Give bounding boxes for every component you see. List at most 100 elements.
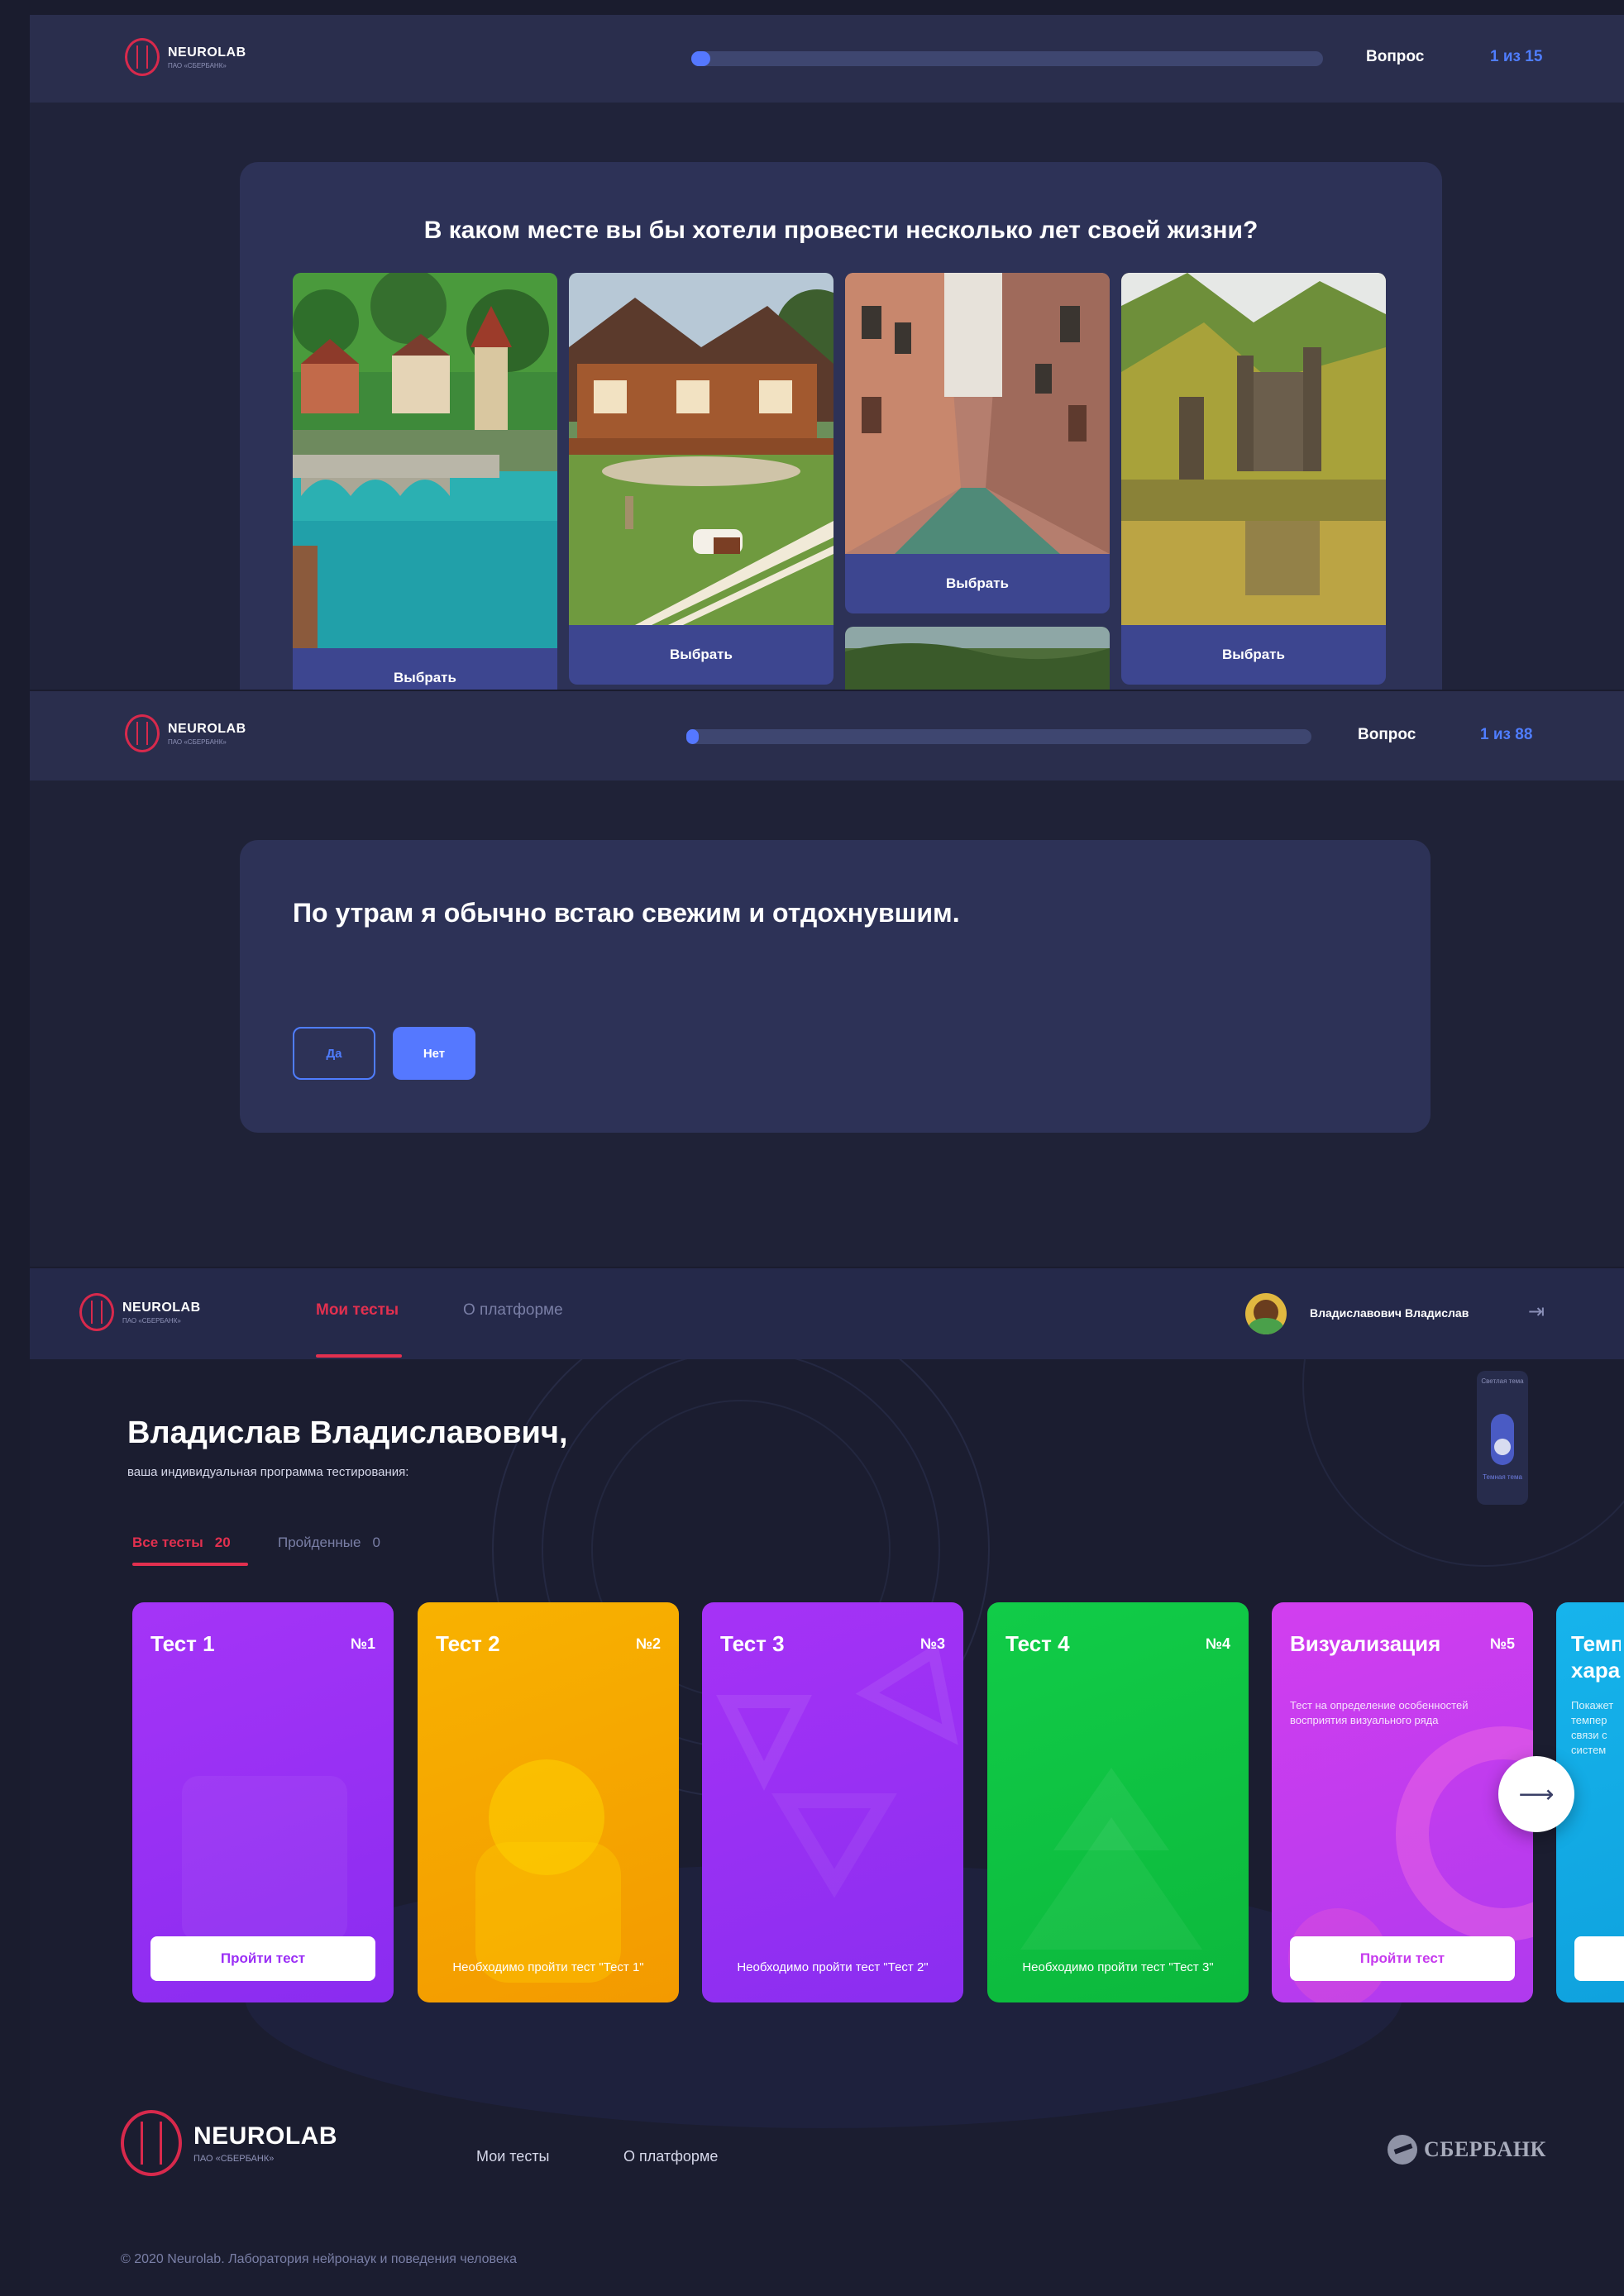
ranch-house-image xyxy=(569,273,833,625)
logo-sub: ПАО «СБЕРБАНК» xyxy=(122,1316,181,1325)
progress-fill xyxy=(686,729,700,744)
tab-label: Пройденные xyxy=(278,1535,361,1550)
theme-light-label: Светлая тема xyxy=(1481,1377,1524,1385)
locked-message: Необходимо пройти тест "Тест 2" xyxy=(737,1960,929,1974)
logo-sub: ПАО «СБЕРБАНК» xyxy=(168,737,227,746)
tab-count: 0 xyxy=(372,1535,380,1550)
logo-name: NEUROLAB xyxy=(168,45,246,60)
brain-logo-icon xyxy=(125,714,160,752)
test-number: №1 xyxy=(350,1635,375,1652)
header: NEUROLAB ПАО «СБЕРБАНК» Вопрос 1 из 15 xyxy=(30,15,1624,103)
question-text: В каком месте вы бы хотели провести неск… xyxy=(423,217,1259,244)
select-button-4[interactable]: Выбрать xyxy=(1121,625,1386,685)
tab-label: Все тесты xyxy=(132,1535,203,1550)
copyright: © 2020 Neurolab. Лаборатория нейронаук и… xyxy=(121,2252,517,2266)
header: NEUROLAB ПАО «СБЕРБАНК» Мои тесты О плат… xyxy=(30,1268,1624,1359)
question-text: По утрам я обычно встаю свежим и отдохну… xyxy=(293,898,960,928)
header: NEUROLAB ПАО «СБЕРБАНК» Вопрос 1 из 88 xyxy=(30,691,1624,780)
arrow-right-icon: ⟶ xyxy=(1518,1780,1555,1808)
venice-canal-image xyxy=(845,273,1110,554)
locked-message: Необходимо пройти тест "Тест 1" xyxy=(452,1960,644,1974)
logo-name: NEUROLAB xyxy=(168,721,246,736)
sberbank-logo[interactable]: СБЕРБАНК xyxy=(1388,2135,1546,2165)
test-description: Покажет темпер связи с систем xyxy=(1571,1699,1614,1756)
select-button-2[interactable]: Выбрать xyxy=(569,625,833,685)
select-button-3[interactable]: Выбрать xyxy=(845,554,1110,613)
theme-dark-label: Темная тема xyxy=(1483,1473,1522,1481)
test-card-3[interactable]: Тест 3 №3 Необходимо пройти тест "Тест 2… xyxy=(702,1602,963,2002)
swiss-town-image xyxy=(293,273,557,648)
subtitle: ваша индивидуальная программа тестирован… xyxy=(127,1465,409,1479)
next-arrow-button[interactable]: ⟶ xyxy=(1498,1756,1574,1832)
tab-all-tests[interactable]: Все тесты 20 xyxy=(132,1535,231,1551)
no-button[interactable]: Нет xyxy=(393,1027,475,1080)
start-test-button[interactable]: Пройти тест xyxy=(1290,1936,1515,1981)
tab-completed[interactable]: Пройденные 0 xyxy=(278,1535,380,1551)
meadow-image xyxy=(845,627,1110,690)
locked-message: Необходимо пройти тест "Тест 3" xyxy=(1022,1960,1214,1974)
test-number: №5 xyxy=(1489,1635,1515,1652)
logo-name: NEUROLAB xyxy=(122,1300,201,1315)
theme-switch-track[interactable] xyxy=(1491,1414,1514,1465)
logout-icon[interactable]: ⇥ xyxy=(1528,1300,1545,1324)
footer-link-my-tests[interactable]: Мои тесты xyxy=(476,2148,550,2165)
avatar[interactable] xyxy=(1245,1293,1287,1334)
question-label: Вопрос xyxy=(1358,726,1416,743)
test-description: Тест на определение особенностей восприя… xyxy=(1290,1699,1469,1726)
logo[interactable]: NEUROLAB ПАО «СБЕРБАНК» xyxy=(125,714,246,752)
theme-switch-knob[interactable] xyxy=(1494,1439,1511,1455)
test-title: Темп харак xyxy=(1571,1631,1621,1683)
nav-about[interactable]: О платформе xyxy=(463,1301,563,1320)
footer-logo[interactable]: NEUROLAB ПАО «СБЕРБАНК» xyxy=(121,2110,337,2176)
question-card: По утрам я обычно встаю свежим и отдохну… xyxy=(240,840,1431,1133)
test-title: Тест 1 xyxy=(150,1631,215,1656)
test-card-5[interactable]: Визуализация №5 Тест на определение особ… xyxy=(1272,1602,1533,2002)
option-image-3[interactable] xyxy=(845,273,1110,554)
tab-count: 20 xyxy=(214,1535,231,1550)
progress-bar xyxy=(691,51,1323,66)
logo-sub: ПАО «СБЕРБАНК» xyxy=(168,61,227,69)
question-count: 1 из 88 xyxy=(1480,726,1533,743)
dashboard-screen: NEUROLAB ПАО «СБЕРБАНК» Мои тесты О плат… xyxy=(30,1268,1624,2296)
question-label: Вопрос xyxy=(1366,48,1425,65)
greeting: Владислав Владиславович, xyxy=(127,1415,568,1450)
start-test-button[interactable] xyxy=(1574,1936,1624,1981)
logo[interactable]: NEUROLAB ПАО «СБЕРБАНК» xyxy=(125,38,246,76)
quiz-screen-images: NEUROLAB ПАО «СБЕРБАНК» Вопрос 1 из 15 В… xyxy=(30,15,1624,690)
test-title: Тест 2 xyxy=(436,1631,500,1656)
brain-logo-icon xyxy=(125,38,160,76)
footer-link-about[interactable]: О платформе xyxy=(623,2148,718,2165)
nav-my-tests[interactable]: Мои тесты xyxy=(316,1301,399,1320)
test-title: Тест 3 xyxy=(720,1631,785,1656)
brain-logo-icon xyxy=(79,1293,114,1331)
test-title: Тест 4 xyxy=(1005,1631,1070,1656)
triangle-decoration xyxy=(716,1642,958,1898)
footer-brand-sub: ПАО «СБЕРБАНК» xyxy=(193,2154,275,2164)
quiz-screen-yes-no: NEUROLAB ПАО «СБЕРБАНК» Вопрос 1 из 88 П… xyxy=(30,691,1624,1267)
test-number: №3 xyxy=(919,1635,945,1652)
test-card-4[interactable]: Тест 4 №4 Необходимо пройти тест "Тест 3… xyxy=(987,1602,1249,2002)
test-number: №4 xyxy=(1205,1635,1230,1652)
progress-bar xyxy=(686,729,1311,744)
partner-name: СБЕРБАНК xyxy=(1424,2137,1546,2161)
tab-active-indicator xyxy=(132,1563,248,1566)
test-card-1[interactable]: Тест 1 №1 Пройти тест xyxy=(132,1602,394,2002)
question-card: В каком месте вы бы хотели провести неск… xyxy=(240,162,1442,690)
user-name[interactable]: Владиславович Владислав xyxy=(1310,1306,1469,1320)
option-image-2[interactable] xyxy=(569,273,833,625)
question-count: 1 из 15 xyxy=(1490,48,1543,65)
option-image-4[interactable] xyxy=(1121,273,1386,625)
progress-fill xyxy=(691,51,710,66)
castle-lake-image xyxy=(1121,273,1386,625)
start-test-button[interactable]: Пройти тест xyxy=(150,1936,375,1981)
test-number: №2 xyxy=(635,1635,661,1652)
pyramid-decoration xyxy=(1020,1768,1202,1950)
logo[interactable]: NEUROLAB ПАО «СБЕРБАНК» xyxy=(79,1293,201,1331)
brain-logo-icon xyxy=(121,2110,182,2176)
select-button-1[interactable]: Выбрать xyxy=(293,648,557,690)
test-card-2[interactable]: Тест 2 №2 Необходимо пройти тест "Тест 1… xyxy=(418,1602,679,2002)
theme-toggle[interactable]: Светлая тема Темная тема xyxy=(1477,1371,1528,1505)
yes-button[interactable]: Да xyxy=(293,1027,375,1080)
nav-active-indicator xyxy=(316,1354,402,1358)
option-image-1[interactable] xyxy=(293,273,557,648)
